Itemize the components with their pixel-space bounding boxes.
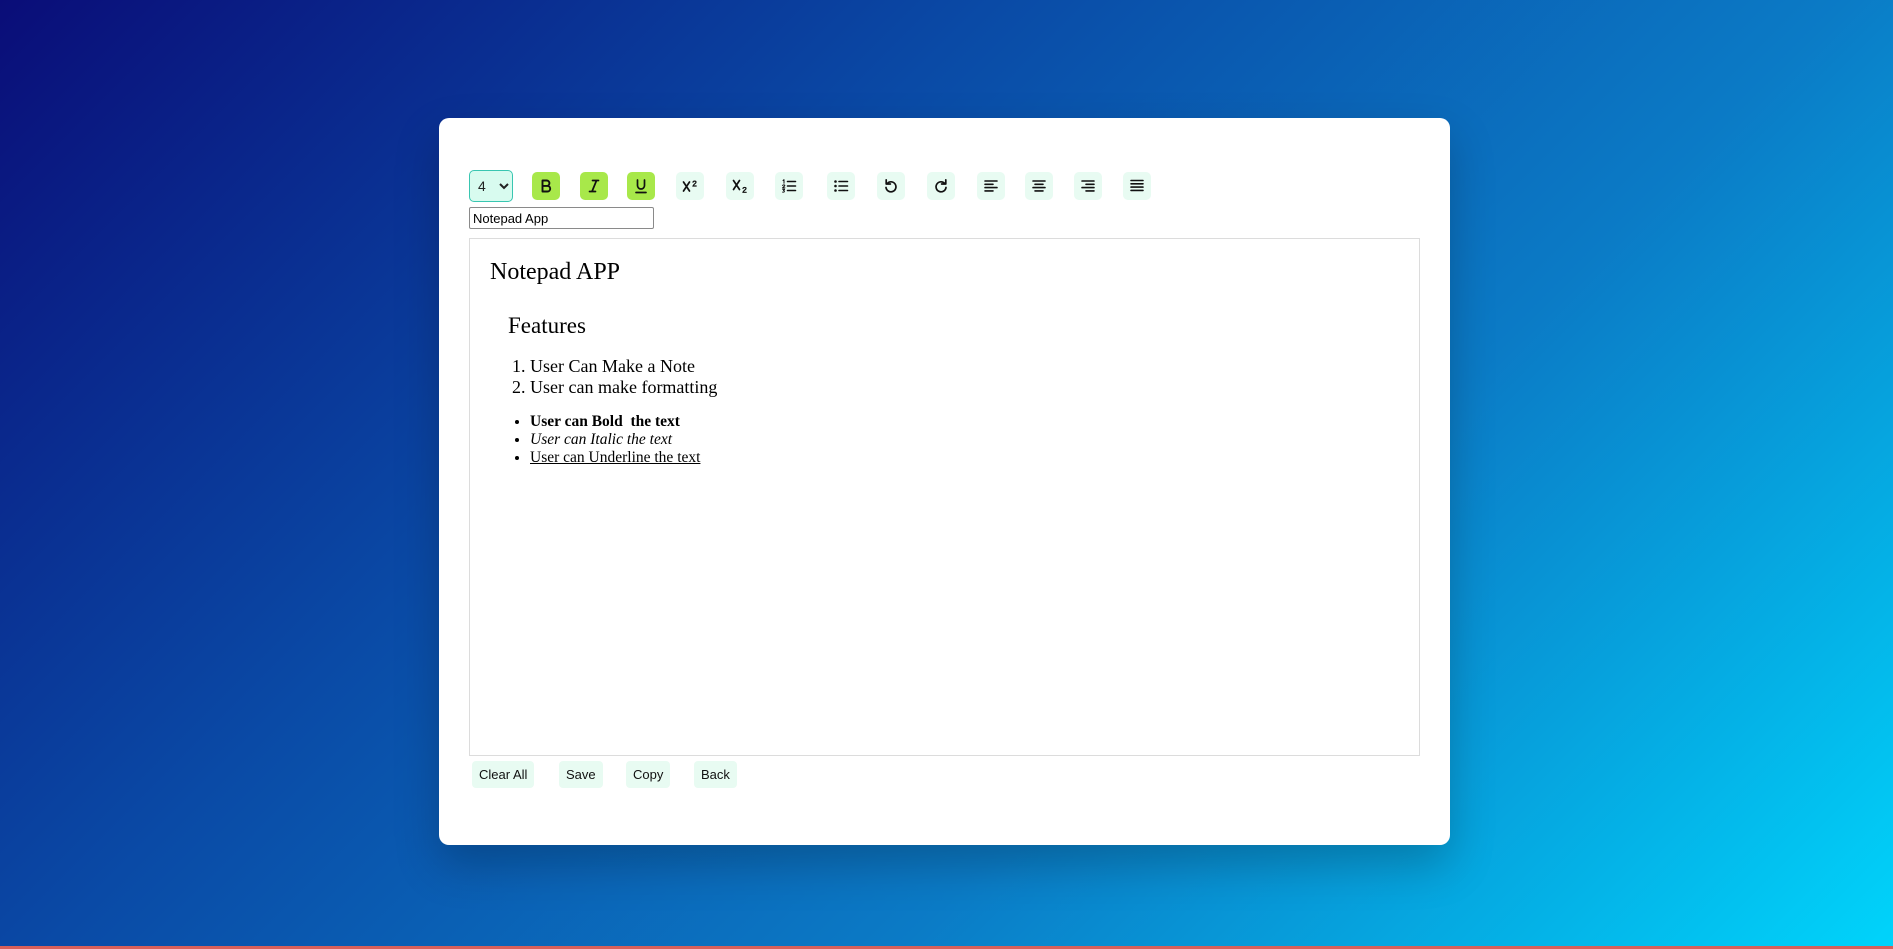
italic-button[interactable] bbox=[580, 172, 608, 200]
redo-button[interactable] bbox=[927, 172, 955, 200]
bold-button[interactable] bbox=[532, 172, 560, 200]
undo-button[interactable] bbox=[877, 172, 905, 200]
back-button[interactable]: Back bbox=[694, 761, 737, 788]
align-left-button[interactable] bbox=[977, 172, 1005, 200]
unordered-list-icon bbox=[834, 180, 849, 192]
justify-button[interactable] bbox=[1123, 172, 1151, 200]
subscript-button[interactable] bbox=[726, 172, 754, 200]
align-right-button[interactable] bbox=[1074, 172, 1102, 200]
notepad-card: 1234567 bbox=[439, 118, 1450, 845]
clear-all-button[interactable]: Clear All bbox=[472, 761, 535, 788]
list-item: User Can Make a Note bbox=[530, 356, 717, 377]
ordered-list-button[interactable] bbox=[775, 172, 803, 200]
superscript-icon bbox=[682, 180, 697, 192]
align-center-button[interactable] bbox=[1025, 172, 1053, 200]
underline-icon bbox=[635, 179, 647, 194]
save-button[interactable]: Save bbox=[559, 761, 603, 788]
font-size-select[interactable]: 1234567 bbox=[469, 170, 513, 202]
note-subheading: Features bbox=[508, 313, 586, 338]
align-left-icon bbox=[984, 180, 998, 192]
formatting-toolbar: 1234567 bbox=[469, 170, 1189, 202]
features-ordered-list: User Can Make a Note User can make forma… bbox=[508, 356, 717, 398]
ordered-list-icon bbox=[782, 179, 797, 193]
list-item: User can make formatting bbox=[530, 377, 717, 398]
redo-icon bbox=[935, 178, 947, 193]
align-center-icon bbox=[1032, 180, 1046, 192]
subscript-icon bbox=[732, 179, 747, 193]
bold-icon bbox=[541, 179, 552, 193]
undo-icon bbox=[885, 178, 897, 193]
italic-icon bbox=[588, 179, 600, 193]
underline-button[interactable] bbox=[627, 172, 655, 200]
copy-button[interactable]: Copy bbox=[626, 761, 671, 788]
note-editor[interactable]: Notepad APP Features User Can Make a Not… bbox=[469, 238, 1420, 756]
list-item: User can Bold the text bbox=[530, 413, 700, 431]
list-item: User can Underline the text bbox=[530, 449, 700, 467]
align-right-icon bbox=[1081, 180, 1095, 192]
note-heading: Notepad APP bbox=[490, 259, 621, 285]
superscript-button[interactable] bbox=[676, 172, 704, 200]
features-bullet-list: User can Bold the text User can Italic t… bbox=[508, 413, 700, 467]
justify-icon bbox=[1130, 179, 1144, 192]
unordered-list-button[interactable] bbox=[827, 172, 855, 200]
list-item: User can Italic the text bbox=[530, 431, 700, 449]
note-title-input[interactable] bbox=[469, 207, 654, 229]
